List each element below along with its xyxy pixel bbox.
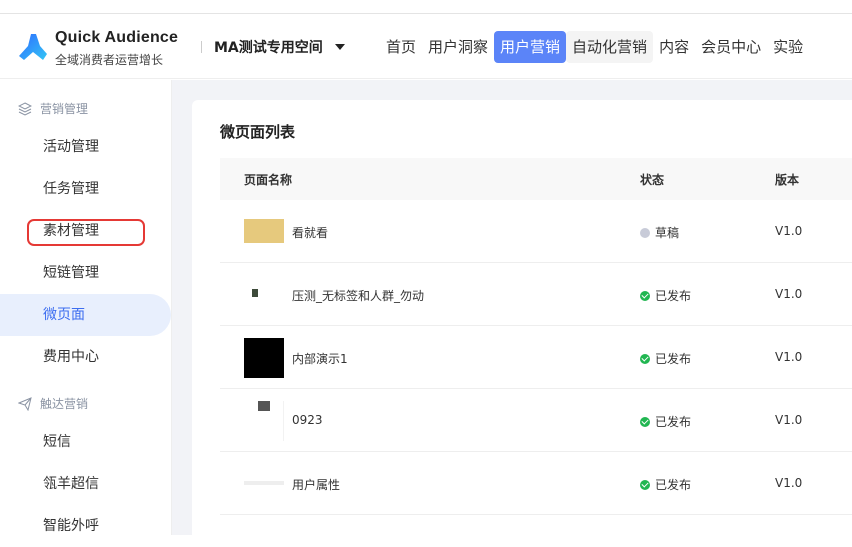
page-thumbnail (244, 338, 284, 378)
brand-name: Quick Audience (55, 29, 179, 46)
nav-user-marketing[interactable]: 用户营销 (494, 31, 567, 63)
caret-down-icon[interactable] (335, 44, 345, 50)
status-text: 已发布 (655, 289, 692, 303)
nav-content[interactable]: 内容 (653, 31, 695, 63)
status-badge: 已发布 (640, 287, 691, 304)
quick-audience-logo (19, 34, 47, 60)
col-status: 状态 (640, 173, 665, 187)
status-text: 草稿 (655, 226, 680, 240)
group-marketing-management: 营销管理 (18, 100, 88, 117)
sidebar-item-cost-center[interactable]: 费用中心 (0, 336, 172, 378)
sidebar-item-outbound-call[interactable]: 智能外呼 (0, 505, 172, 547)
sidebar-item-shortlink[interactable]: 短链管理 (0, 252, 172, 294)
version: V1.0 (775, 476, 803, 490)
page-name[interactable]: 压测_无标签和人群_勿动 (292, 287, 424, 304)
table-row[interactable]: 用户属性 已发布 V1.0 (220, 452, 852, 515)
col-name: 页面名称 (244, 173, 293, 187)
sidebar-item-activity[interactable]: 活动管理 (0, 126, 172, 168)
nav-home[interactable]: 首页 (380, 31, 422, 63)
draft-icon (640, 227, 650, 238)
page-thumbnail (244, 212, 284, 252)
table-header: 页面名称 状态 版本 (220, 158, 852, 200)
check-circle-icon (640, 479, 650, 490)
group-label: 触达营销 (40, 397, 89, 411)
check-circle-icon (640, 416, 650, 427)
browser-strip (0, 0, 852, 14)
table-row[interactable]: 0923 已发布 V1.0 (220, 389, 852, 452)
status-badge: 已发布 (640, 476, 691, 493)
page-thumbnail (244, 401, 284, 441)
table-row[interactable]: 压测_无标签和人群_勿动 已发布 V1.0 (220, 263, 852, 326)
sidebar-item-task[interactable]: 任务管理 (0, 168, 172, 210)
page-name[interactable]: 用户属性 (292, 476, 340, 493)
main-content: 微页面列表 页面名称 状态 版本 看就看 草稿 V1.0 压测_无标签和人群_勿… (172, 80, 852, 540)
version: V1.0 (775, 287, 803, 301)
page-thumbnail (244, 464, 284, 504)
page-name[interactable]: 0923 (292, 413, 323, 427)
status-text: 已发布 (655, 415, 692, 429)
workspace-selector[interactable]: MA测试专用空间 (214, 37, 323, 57)
table-row[interactable]: 内部演示1 已发布 V1.0 (220, 326, 852, 389)
check-circle-icon (640, 353, 650, 364)
send-icon (18, 396, 32, 411)
page-title: 微页面列表 (220, 123, 296, 141)
top-nav: 首页 用户洞察 用户营销 自动化营销 内容 会员中心 实验 (380, 31, 809, 63)
sidebar-item-sms[interactable]: 短信 (0, 421, 172, 463)
nav-experiment[interactable]: 实验 (767, 31, 809, 63)
status-badge: 已发布 (640, 350, 691, 367)
micropage-card: 微页面列表 页面名称 状态 版本 看就看 草稿 V1.0 压测_无标签和人群_勿… (192, 100, 852, 540)
check-circle-icon (640, 290, 650, 301)
table-row[interactable]: 看就看 草稿 V1.0 (220, 200, 852, 263)
sidebar-item-micropage[interactable]: 微页面 (0, 294, 171, 336)
page-name[interactable]: 内部演示1 (292, 350, 348, 367)
brand-tagline: 全域消费者运营增长 (55, 53, 164, 67)
nav-user-insight[interactable]: 用户洞察 (422, 31, 494, 63)
status-badge: 已发布 (640, 413, 691, 430)
layers-icon (18, 101, 32, 116)
sidebar: 营销管理 活动管理 任务管理 素材管理 短链管理 微页面 费用中心 触达营销 短… (0, 80, 172, 535)
status-badge: 草稿 (640, 224, 679, 241)
top-header: Quick Audience 全域消费者运营增长 MA测试专用空间 首页 用户洞… (0, 15, 852, 79)
version: V1.0 (775, 413, 803, 427)
version: V1.0 (775, 350, 803, 364)
status-text: 已发布 (655, 478, 692, 492)
version: V1.0 (775, 224, 803, 238)
page-thumbnail (244, 275, 284, 315)
sidebar-item-super-message[interactable]: 瓴羊超信 (0, 463, 172, 505)
col-version: 版本 (775, 173, 800, 187)
status-text: 已发布 (655, 352, 692, 366)
divider (201, 41, 202, 53)
highlight-annotation (27, 219, 145, 246)
page-name[interactable]: 看就看 (292, 224, 328, 241)
group-reach-marketing: 触达营销 (18, 395, 88, 412)
group-label: 营销管理 (40, 102, 89, 116)
nav-member-center[interactable]: 会员中心 (695, 31, 767, 63)
nav-automation[interactable]: 自动化营销 (566, 31, 654, 63)
